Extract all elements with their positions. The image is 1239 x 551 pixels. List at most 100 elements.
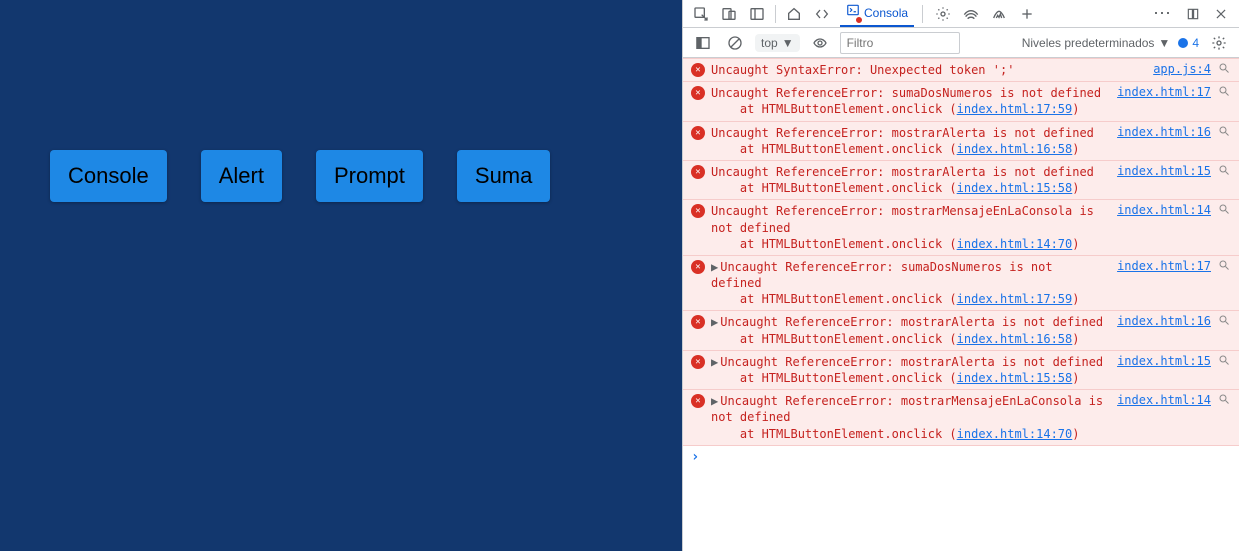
error-message: ▶Uncaught ReferenceError: sumaDosNumeros… bbox=[711, 259, 1105, 308]
console-error-row[interactable]: ✕ Uncaught ReferenceError: mostrarMensaje… bbox=[683, 199, 1239, 256]
console-settings-icon[interactable] bbox=[1207, 31, 1231, 55]
console-error-row[interactable]: ✕ ▶Uncaught ReferenceError: mostrarAlerta… bbox=[683, 350, 1239, 390]
add-tab-icon[interactable] bbox=[1015, 2, 1039, 26]
error-message: ▶Uncaught ReferenceError: mostrarAlerta … bbox=[711, 314, 1105, 346]
separator bbox=[922, 5, 923, 23]
console-error-row[interactable]: ✕▶Uncaught ReferenceError: mostrarMensaj… bbox=[683, 389, 1239, 446]
toggle-sidebar-icon[interactable] bbox=[691, 31, 715, 55]
issues-counter[interactable]: 4 bbox=[1178, 36, 1199, 50]
error-source-link[interactable]: index.html:15 bbox=[1117, 164, 1211, 178]
error-icon: ✕ bbox=[691, 165, 705, 179]
button-row: Console Alert Prompt Suma bbox=[50, 150, 682, 202]
stack-link[interactable]: index.html:17:59 bbox=[957, 292, 1073, 306]
console-error-row[interactable]: ✕ Uncaught ReferenceError: sumaDosNumeros… bbox=[683, 81, 1239, 121]
error-icon: ✕ bbox=[691, 394, 705, 408]
error-source-link[interactable]: index.html:16 bbox=[1117, 125, 1211, 139]
close-devtools-icon[interactable] bbox=[1209, 2, 1233, 26]
error-source-link[interactable]: index.html:17 bbox=[1117, 259, 1211, 273]
devtools-panel: Consola ⋯ bbox=[682, 0, 1239, 551]
console-error-row[interactable]: ✕ ▶Uncaught ReferenceError: sumaDosNumero… bbox=[683, 255, 1239, 312]
welcome-tab-icon[interactable] bbox=[782, 2, 806, 26]
error-message: Uncaught SyntaxError: Unexpected token '… bbox=[711, 62, 1141, 78]
search-error-icon[interactable] bbox=[1217, 164, 1231, 176]
prompt-chevron-icon: › bbox=[691, 449, 699, 465]
performance-tab-icon[interactable] bbox=[987, 2, 1011, 26]
stack-link[interactable]: index.html:17:59 bbox=[957, 102, 1073, 116]
search-error-icon[interactable] bbox=[1217, 62, 1231, 74]
console-button[interactable]: Console bbox=[50, 150, 167, 202]
clear-console-icon[interactable] bbox=[723, 31, 747, 55]
error-source-link[interactable]: index.html:15 bbox=[1117, 354, 1211, 368]
console-tab-label: Consola bbox=[864, 6, 908, 20]
more-options-icon[interactable]: ⋯ bbox=[1149, 3, 1177, 24]
stack-link[interactable]: index.html:15:58 bbox=[957, 181, 1073, 195]
stack-link[interactable]: index.html:14:70 bbox=[957, 427, 1073, 441]
chevron-down-icon: ▼ bbox=[1158, 36, 1170, 50]
console-toolbar: top ▼ Niveles predeterminados ▼ 4 bbox=[683, 28, 1239, 58]
levels-label: Niveles predeterminados bbox=[1022, 36, 1155, 50]
console-prompt[interactable]: › bbox=[683, 445, 1239, 469]
prompt-button[interactable]: Prompt bbox=[316, 150, 423, 202]
search-error-icon[interactable] bbox=[1217, 354, 1231, 366]
console-output: ✕ Uncaught SyntaxError: Unexpected token … bbox=[683, 58, 1239, 551]
search-error-icon[interactable] bbox=[1217, 125, 1231, 137]
undock-icon[interactable] bbox=[1181, 2, 1205, 26]
devtools-toolbar-main: Consola ⋯ bbox=[683, 0, 1239, 28]
stack-link[interactable]: index.html:16:58 bbox=[957, 142, 1073, 156]
issue-dot-icon bbox=[1178, 38, 1188, 48]
log-levels-selector[interactable]: Niveles predeterminados ▼ bbox=[1022, 36, 1171, 50]
error-message: Uncaught ReferenceError: mostrarAlerta i… bbox=[711, 164, 1105, 196]
sources-tab-icon[interactable] bbox=[931, 2, 955, 26]
search-error-icon[interactable] bbox=[1217, 259, 1231, 271]
search-error-icon[interactable] bbox=[1217, 393, 1231, 405]
error-message: Uncaught ReferenceError: mostrarAlerta i… bbox=[711, 125, 1105, 157]
stack-link[interactable]: index.html:15:58 bbox=[957, 371, 1073, 385]
error-message: ▶Uncaught ReferenceError: mostrarAlerta … bbox=[711, 354, 1105, 386]
chevron-down-icon: ▼ bbox=[782, 36, 794, 50]
context-selector[interactable]: top ▼ bbox=[755, 34, 800, 52]
dock-side-icon[interactable] bbox=[745, 2, 769, 26]
error-indicator-dot bbox=[855, 16, 863, 24]
error-icon: ✕ bbox=[691, 355, 705, 369]
console-error-row[interactable]: ✕ Uncaught ReferenceError: mostrarAlerta … bbox=[683, 160, 1239, 200]
console-tab[interactable]: Consola bbox=[840, 0, 914, 27]
error-message: Uncaught ReferenceError: sumaDosNumeros … bbox=[711, 85, 1105, 117]
search-error-icon[interactable] bbox=[1217, 85, 1231, 97]
search-error-icon[interactable] bbox=[1217, 203, 1231, 215]
live-expression-icon[interactable] bbox=[808, 31, 832, 55]
error-icon: ✕ bbox=[691, 315, 705, 329]
expand-caret-icon[interactable]: ▶ bbox=[711, 315, 718, 329]
error-icon: ✕ bbox=[691, 204, 705, 218]
expand-caret-icon[interactable]: ▶ bbox=[711, 260, 718, 274]
elements-tab-icon[interactable] bbox=[810, 2, 834, 26]
separator bbox=[775, 5, 776, 23]
page-viewport: Console Alert Prompt Suma bbox=[0, 0, 682, 551]
console-error-row[interactable]: ✕ Uncaught SyntaxError: Unexpected token … bbox=[683, 58, 1239, 82]
error-message: Uncaught ReferenceError: mostrarMensajeE… bbox=[711, 203, 1105, 252]
error-source-link[interactable]: index.html:17 bbox=[1117, 85, 1211, 99]
error-icon: ✕ bbox=[691, 126, 705, 140]
error-icon: ✕ bbox=[691, 86, 705, 100]
error-source-link[interactable]: index.html:16 bbox=[1117, 314, 1211, 328]
console-error-row[interactable]: ✕ Uncaught ReferenceError: mostrarAlerta … bbox=[683, 121, 1239, 161]
error-icon: ✕ bbox=[691, 260, 705, 274]
device-toolbar-icon[interactable] bbox=[717, 2, 741, 26]
expand-caret-icon[interactable]: ▶ bbox=[711, 394, 718, 408]
alert-button[interactable]: Alert bbox=[201, 150, 282, 202]
stack-link[interactable]: index.html:16:58 bbox=[957, 332, 1073, 346]
search-error-icon[interactable] bbox=[1217, 314, 1231, 326]
issue-count: 4 bbox=[1192, 36, 1199, 50]
console-error-row[interactable]: ✕ ▶Uncaught ReferenceError: mostrarAlerta… bbox=[683, 310, 1239, 350]
suma-button[interactable]: Suma bbox=[457, 150, 550, 202]
error-source-link[interactable]: index.html:14 bbox=[1117, 393, 1211, 407]
expand-caret-icon[interactable]: ▶ bbox=[711, 355, 718, 369]
stack-link[interactable]: index.html:14:70 bbox=[957, 237, 1073, 251]
error-source-link[interactable]: app.js:4 bbox=[1153, 62, 1211, 76]
filter-input[interactable] bbox=[840, 32, 960, 54]
error-icon: ✕ bbox=[691, 63, 705, 77]
console-tab-icon bbox=[846, 3, 860, 22]
error-source-link[interactable]: index.html:14 bbox=[1117, 203, 1211, 217]
inspect-element-icon[interactable] bbox=[689, 2, 713, 26]
network-tab-icon[interactable] bbox=[959, 2, 983, 26]
context-label: top bbox=[761, 36, 778, 50]
